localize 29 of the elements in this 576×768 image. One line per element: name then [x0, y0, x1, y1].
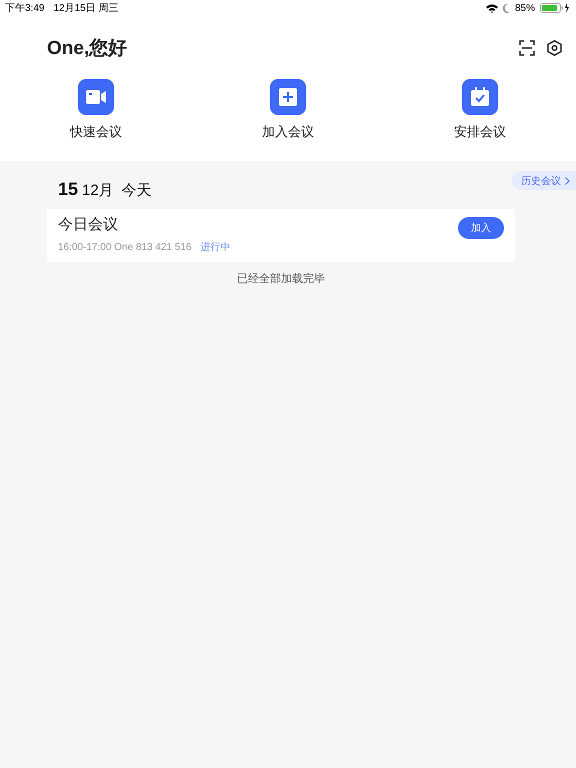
- history-button[interactable]: 历史会议: [512, 171, 576, 190]
- plus-icon: [279, 88, 297, 106]
- action-label: 加入会议: [262, 123, 314, 141]
- action-button[interactable]: [462, 79, 498, 115]
- chevron-right-icon: [565, 176, 570, 184]
- wifi-icon: [486, 4, 498, 12]
- video-camera-icon: [86, 89, 106, 105]
- calendar-check-icon: [470, 87, 490, 107]
- status-date: 12月15日 周三: [53, 2, 118, 15]
- battery-charging-icon: [540, 3, 570, 13]
- greeting-title: One,您好: [47, 37, 128, 61]
- battery-percent: 85%: [514, 2, 535, 14]
- day-number: 15: [58, 179, 78, 200]
- action-button[interactable]: [78, 79, 114, 115]
- end-of-list-text: 已经全部加载完毕: [237, 272, 325, 286]
- scan-icon[interactable]: [519, 40, 535, 56]
- meeting-title: 今日会议: [58, 215, 119, 234]
- status-time: 下午3:49: [5, 2, 44, 15]
- action-button[interactable]: [270, 79, 306, 115]
- relative-day: 今天: [122, 181, 152, 200]
- action-label: 安排会议: [454, 123, 506, 141]
- meeting-card[interactable]: 今日会议 16:00-17:00 One 813 421 516 进行中 加入: [47, 209, 515, 262]
- action-label: 快速会议: [70, 123, 122, 141]
- meeting-status: 进行中: [200, 240, 230, 254]
- join-button[interactable]: 加入: [458, 217, 504, 239]
- settings-icon[interactable]: [547, 40, 562, 56]
- meeting-details: 16:00-17:00 One 813 421 516: [58, 242, 192, 253]
- month-label: 12月: [82, 181, 114, 200]
- moon-icon: [502, 4, 510, 12]
